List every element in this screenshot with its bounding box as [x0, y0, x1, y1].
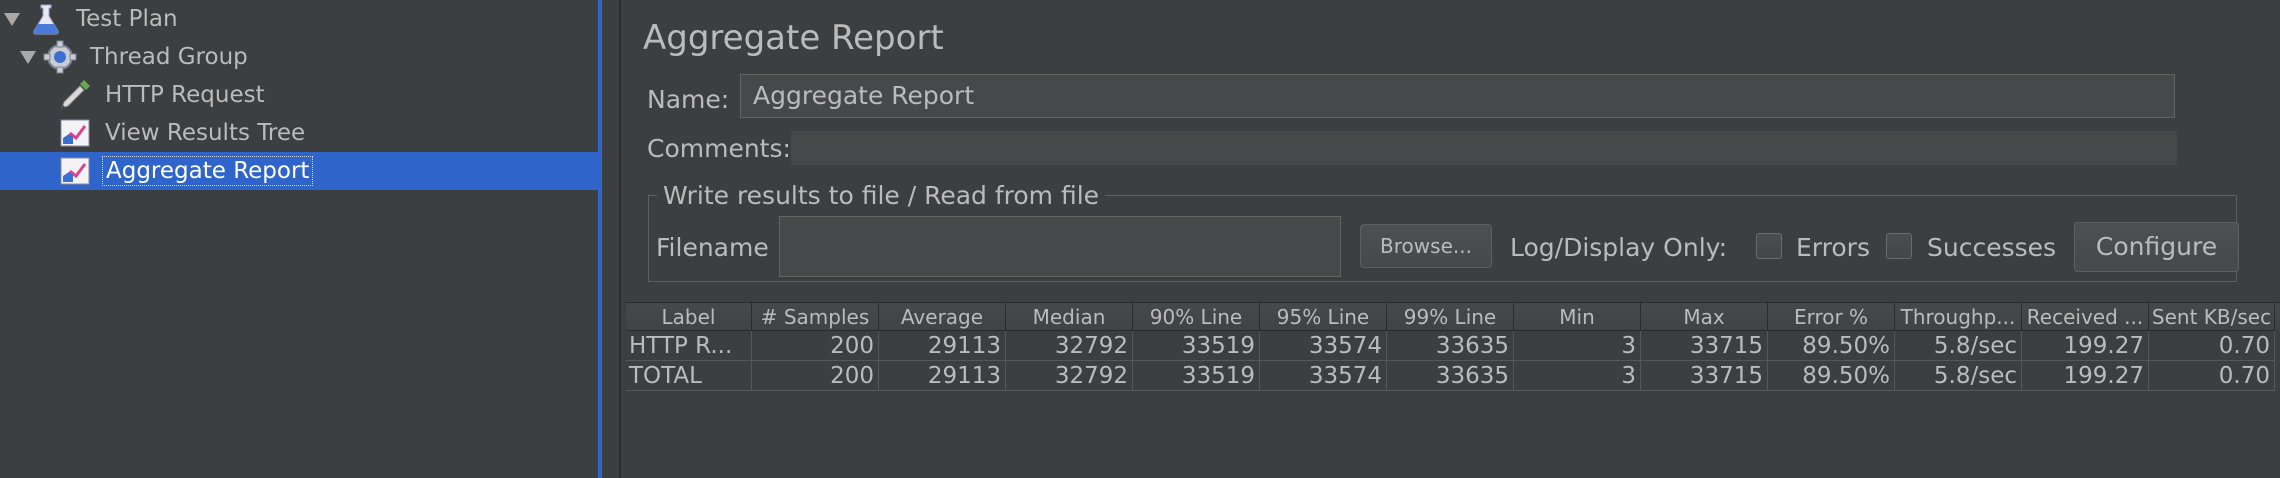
table-row[interactable]: TOTAL 200 29113 32792 33519 33574 33635 …: [626, 361, 2280, 391]
log-display-label: Log/Display Only:: [1510, 233, 1728, 262]
errors-checkbox[interactable]: [1756, 233, 1782, 259]
table-cell: 89.50%: [1768, 361, 1895, 391]
pipette-icon: [58, 78, 92, 112]
tree-item-view-results-tree[interactable]: View Results Tree: [0, 114, 598, 152]
graph-icon: [58, 116, 92, 150]
tree-item-label: Aggregate Report: [102, 156, 314, 186]
tree-item-label: View Results Tree: [105, 120, 306, 146]
comments-label: Comments:: [647, 134, 791, 163]
expand-toggle-icon[interactable]: [3, 10, 21, 28]
expand-toggle-icon[interactable]: [19, 48, 37, 66]
comments-field[interactable]: [791, 131, 2177, 165]
name-field[interactable]: Aggregate Report: [740, 74, 2175, 118]
column-header[interactable]: Throughp...: [1895, 303, 2022, 331]
configure-button[interactable]: Configure: [2074, 222, 2239, 272]
errors-label: Errors: [1796, 233, 1870, 262]
table-cell: 199.27: [2022, 331, 2149, 361]
test-plan-tree: Test Plan Thread Group HTTP Request View…: [0, 0, 598, 478]
column-header[interactable]: 99% Line: [1387, 303, 1514, 331]
column-header[interactable]: Error %: [1768, 303, 1895, 331]
name-label: Name:: [647, 85, 730, 114]
table-cell: 29113: [879, 331, 1006, 361]
table-row[interactable]: HTTP R... 200 29113 32792 33519 33574 33…: [626, 331, 2280, 361]
page-title: Aggregate Report: [643, 18, 944, 58]
filename-input[interactable]: [779, 216, 1341, 277]
table-cell: 199.27: [2022, 361, 2149, 391]
column-header[interactable]: Received ...: [2022, 303, 2149, 331]
table-cell: 33715: [1641, 361, 1768, 391]
table-cell: 89.50%: [1768, 331, 1895, 361]
column-header[interactable]: Sent KB/sec: [2149, 303, 2275, 331]
table-cell: 3: [1514, 361, 1641, 391]
table-cell: 29113: [879, 361, 1006, 391]
column-header[interactable]: # Samples: [752, 303, 879, 331]
table-cell: 33635: [1387, 361, 1514, 391]
column-header[interactable]: Median: [1006, 303, 1133, 331]
table-cell: 33715: [1641, 331, 1768, 361]
table-cell: 0.70: [2149, 361, 2275, 391]
table-cell: TOTAL: [626, 361, 752, 391]
jmeter-window: Test Plan Thread Group HTTP Request View…: [0, 0, 2280, 478]
table-cell: 32792: [1006, 361, 1133, 391]
flask-icon: [29, 2, 63, 36]
table-header: Label # Samples Average Median 90% Line …: [626, 303, 2280, 331]
table-cell: HTTP R...: [626, 331, 752, 361]
table-cell: 33635: [1387, 331, 1514, 361]
filename-label: Filename: [656, 233, 769, 262]
results-table: Label # Samples Average Median 90% Line …: [626, 302, 2280, 478]
tree-item-label: HTTP Request: [105, 82, 265, 108]
tree-item-label: Thread Group: [90, 44, 248, 70]
graph-icon: [58, 154, 92, 188]
tree-item-label: Test Plan: [76, 6, 178, 32]
column-header[interactable]: Average: [879, 303, 1006, 331]
table-cell: 32792: [1006, 331, 1133, 361]
table-cell: 33519: [1133, 361, 1260, 391]
column-header[interactable]: Min: [1514, 303, 1641, 331]
table-cell: 33574: [1260, 361, 1387, 391]
aggregate-report-panel: Aggregate Report Name: Aggregate Report …: [621, 0, 2280, 478]
tree-item-test-plan[interactable]: Test Plan: [0, 0, 598, 38]
table-cell: 3: [1514, 331, 1641, 361]
gear-icon: [43, 40, 77, 74]
column-header[interactable]: Max: [1641, 303, 1768, 331]
tree-item-thread-group[interactable]: Thread Group: [0, 38, 598, 76]
browse-button[interactable]: Browse...: [1360, 224, 1492, 268]
table-cell: 200: [752, 331, 879, 361]
column-header[interactable]: 90% Line: [1133, 303, 1260, 331]
split-pane-gap: [602, 0, 619, 478]
column-header[interactable]: Label: [626, 303, 752, 331]
table-cell: 33519: [1133, 331, 1260, 361]
tree-item-aggregate-report[interactable]: Aggregate Report: [0, 152, 598, 190]
successes-checkbox[interactable]: [1886, 233, 1912, 259]
table-cell: 5.8/sec: [1895, 331, 2022, 361]
table-cell: 33574: [1260, 331, 1387, 361]
tree-item-http-request[interactable]: HTTP Request: [0, 76, 598, 114]
successes-label: Successes: [1927, 233, 2057, 262]
table-cell: 0.70: [2149, 331, 2275, 361]
table-cell: 200: [752, 361, 879, 391]
table-cell: 5.8/sec: [1895, 361, 2022, 391]
file-group-legend: Write results to file / Read from file: [657, 181, 1106, 210]
column-header[interactable]: 95% Line: [1260, 303, 1387, 331]
